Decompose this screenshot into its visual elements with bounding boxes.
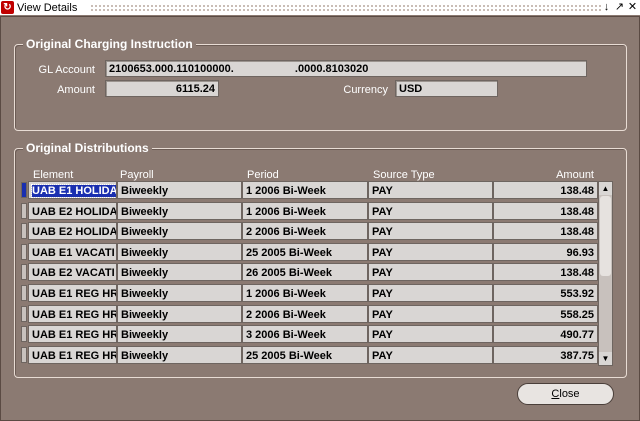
source-type-cell[interactable]: PAY — [368, 325, 493, 344]
source-type-cell[interactable]: PAY — [368, 304, 493, 323]
title-bar-texture — [90, 4, 602, 12]
amount-cell[interactable]: 553.92 — [493, 284, 598, 302]
source-type-cell[interactable]: PAY — [368, 201, 493, 220]
amount-label: Amount — [57, 84, 95, 96]
row-indicator[interactable] — [21, 305, 27, 322]
amount-cell[interactable]: 138.48 — [493, 181, 598, 199]
currency-label: Currency — [343, 84, 388, 96]
col-header-payroll: Payroll — [120, 169, 154, 181]
element-cell[interactable]: UAB E1 REG HR — [28, 284, 117, 302]
amount-cell[interactable]: 558.25 — [493, 304, 598, 323]
element-cell[interactable]: UAB E1 REG HR — [28, 345, 117, 364]
element-cell[interactable]: UAB E1 VACATI — [28, 242, 117, 261]
row-indicator[interactable] — [21, 182, 27, 198]
payroll-cell[interactable]: Biweekly — [117, 325, 242, 344]
payroll-cell[interactable]: Biweekly — [117, 222, 242, 241]
row-indicator[interactable] — [21, 243, 27, 260]
source-type-cell[interactable]: PAY — [368, 222, 493, 241]
period-cell[interactable]: 1 2006 Bi-Week — [242, 201, 368, 220]
col-header-element: Element — [33, 169, 74, 181]
amount-cell[interactable]: 138.48 — [493, 222, 598, 241]
amount-cell[interactable]: 138.48 — [493, 201, 598, 220]
element-cell[interactable]: UAB E1 REG HR — [28, 325, 117, 344]
row-indicator[interactable] — [21, 326, 27, 343]
gl-account-label: GL Account — [38, 64, 95, 76]
row-indicator[interactable] — [21, 202, 27, 219]
vertical-scrollbar[interactable]: ▲ ▼ — [598, 181, 613, 366]
scroll-up-icon[interactable]: ▲ — [599, 182, 612, 195]
source-type-cell[interactable]: PAY — [368, 284, 493, 302]
source-type-cell[interactable]: PAY — [368, 242, 493, 261]
gl-account-field[interactable]: 2100653.000.110100000. .0000.8103020 — [105, 60, 587, 77]
title-bar: ↻ View Details ↓ ↗ ✕ — [0, 0, 640, 16]
source-type-cell[interactable]: PAY — [368, 345, 493, 364]
period-cell[interactable]: 26 2005 Bi-Week — [242, 263, 368, 282]
row-indicator[interactable] — [21, 264, 27, 281]
payroll-cell[interactable]: Biweekly — [117, 242, 242, 261]
charging-instruction-label: Original Charging Instruction — [23, 36, 196, 52]
row-indicator[interactable] — [21, 223, 27, 240]
payroll-cell[interactable]: Biweekly — [117, 304, 242, 323]
period-cell[interactable]: 2 2006 Bi-Week — [242, 304, 368, 323]
col-header-amount: Amount — [556, 169, 594, 181]
app-icon: ↻ — [1, 1, 14, 14]
element-cell[interactable]: UAB E1 HOLIDA — [28, 181, 117, 199]
period-cell[interactable]: 2 2006 Bi-Week — [242, 222, 368, 241]
source-type-cell[interactable]: PAY — [368, 181, 493, 199]
payroll-cell[interactable]: Biweekly — [117, 345, 242, 364]
scroll-thumb[interactable] — [600, 196, 611, 276]
payroll-cell[interactable]: Biweekly — [117, 263, 242, 282]
maximize-icon[interactable]: ↗ — [614, 0, 625, 15]
row-indicator[interactable] — [21, 285, 27, 301]
element-cell[interactable]: UAB E2 HOLIDA — [28, 222, 117, 241]
amount-field[interactable]: 6115.24 — [105, 80, 219, 97]
period-cell[interactable]: 3 2006 Bi-Week — [242, 325, 368, 344]
amount-cell[interactable]: 490.77 — [493, 325, 598, 344]
col-header-period: Period — [247, 169, 279, 181]
payroll-cell[interactable]: Biweekly — [117, 284, 242, 302]
currency-field[interactable]: USD — [395, 80, 498, 97]
window-title: View Details — [17, 1, 82, 15]
original-distributions-label: Original Distributions — [23, 140, 152, 156]
payroll-cell[interactable]: Biweekly — [117, 181, 242, 199]
period-cell[interactable]: 25 2005 Bi-Week — [242, 345, 368, 364]
col-header-source-type: Source Type — [373, 169, 435, 181]
period-cell[interactable]: 1 2006 Bi-Week — [242, 181, 368, 199]
period-cell[interactable]: 1 2006 Bi-Week — [242, 284, 368, 302]
element-cell[interactable]: UAB E1 REG HR — [28, 304, 117, 323]
minimize-icon[interactable]: ↓ — [601, 0, 612, 15]
scroll-down-icon[interactable]: ▼ — [599, 352, 612, 365]
amount-cell[interactable]: 96.93 — [493, 242, 598, 261]
amount-cell[interactable]: 387.75 — [493, 345, 598, 364]
close-window-icon[interactable]: ✕ — [627, 0, 638, 15]
payroll-cell[interactable]: Biweekly — [117, 201, 242, 220]
close-button[interactable]: Close — [517, 383, 614, 405]
element-cell[interactable]: UAB E2 VACATI — [28, 263, 117, 282]
source-type-cell[interactable]: PAY — [368, 263, 493, 282]
row-indicator[interactable] — [21, 346, 27, 363]
period-cell[interactable]: 25 2005 Bi-Week — [242, 242, 368, 261]
amount-cell[interactable]: 138.48 — [493, 263, 598, 282]
element-cell[interactable]: UAB E2 HOLIDA — [28, 201, 117, 220]
